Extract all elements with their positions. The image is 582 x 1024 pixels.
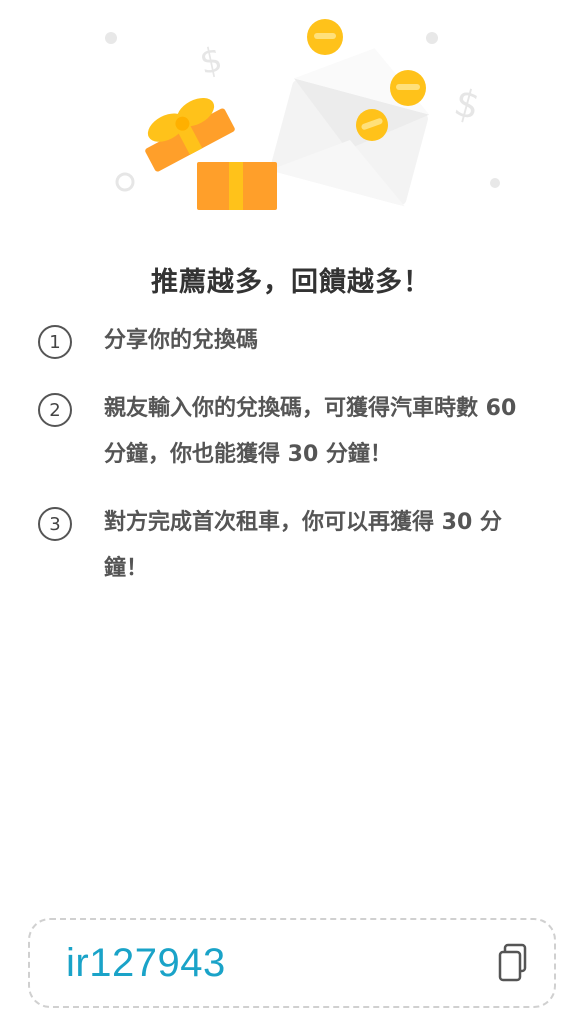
decor-dot bbox=[426, 32, 438, 44]
referral-code-box: ir127943 bbox=[28, 918, 556, 1008]
page-title: 推薦越多，回饋越多！ bbox=[151, 267, 431, 298]
step-text: 分享你的兌換碼 bbox=[104, 328, 259, 353]
referral-page: $ $ 推薦越多，回饋越多！ 1 分享你的兌換碼 2 親友輸入你的兌換碼，可獲得… bbox=[0, 0, 582, 1024]
referral-illustration: $ $ bbox=[105, 19, 500, 210]
step-item: 1 分享你的兌換碼 bbox=[38, 322, 558, 364]
decor-dot bbox=[490, 178, 500, 188]
step-text: 對方完成首次租車，你可以再獲得 30 分鐘！ bbox=[104, 510, 502, 581]
step-number: 1 bbox=[38, 325, 72, 359]
step-number: 2 bbox=[38, 393, 72, 427]
referral-code: ir127943 bbox=[66, 940, 226, 985]
step-number: 3 bbox=[38, 507, 72, 541]
step-item: 2 親友輸入你的兌換碼，可獲得汽車時數 60 分鐘，你也能獲得 30 分鐘！ bbox=[38, 390, 558, 478]
coin-icon bbox=[356, 109, 388, 141]
copy-button[interactable] bbox=[496, 943, 530, 983]
copy-icon bbox=[498, 943, 527, 982]
coin-icon bbox=[307, 19, 343, 55]
steps-list: 1 分享你的兌換碼 2 親友輸入你的兌換碼，可獲得汽車時數 60 分鐘，你也能獲… bbox=[38, 322, 558, 618]
dollar-sign-icon: $ bbox=[196, 39, 225, 83]
envelope-icon bbox=[269, 48, 430, 207]
decor-dot bbox=[105, 32, 117, 44]
decor-ring bbox=[115, 172, 135, 192]
step-item: 3 對方完成首次租車，你可以再獲得 30 分鐘！ bbox=[38, 504, 558, 592]
gift-icon bbox=[145, 97, 277, 210]
coin-icon bbox=[390, 70, 426, 106]
dollar-sign-icon: $ bbox=[450, 80, 485, 129]
step-text: 親友輸入你的兌換碼，可獲得汽車時數 60 分鐘，你也能獲得 30 分鐘！ bbox=[104, 396, 517, 467]
